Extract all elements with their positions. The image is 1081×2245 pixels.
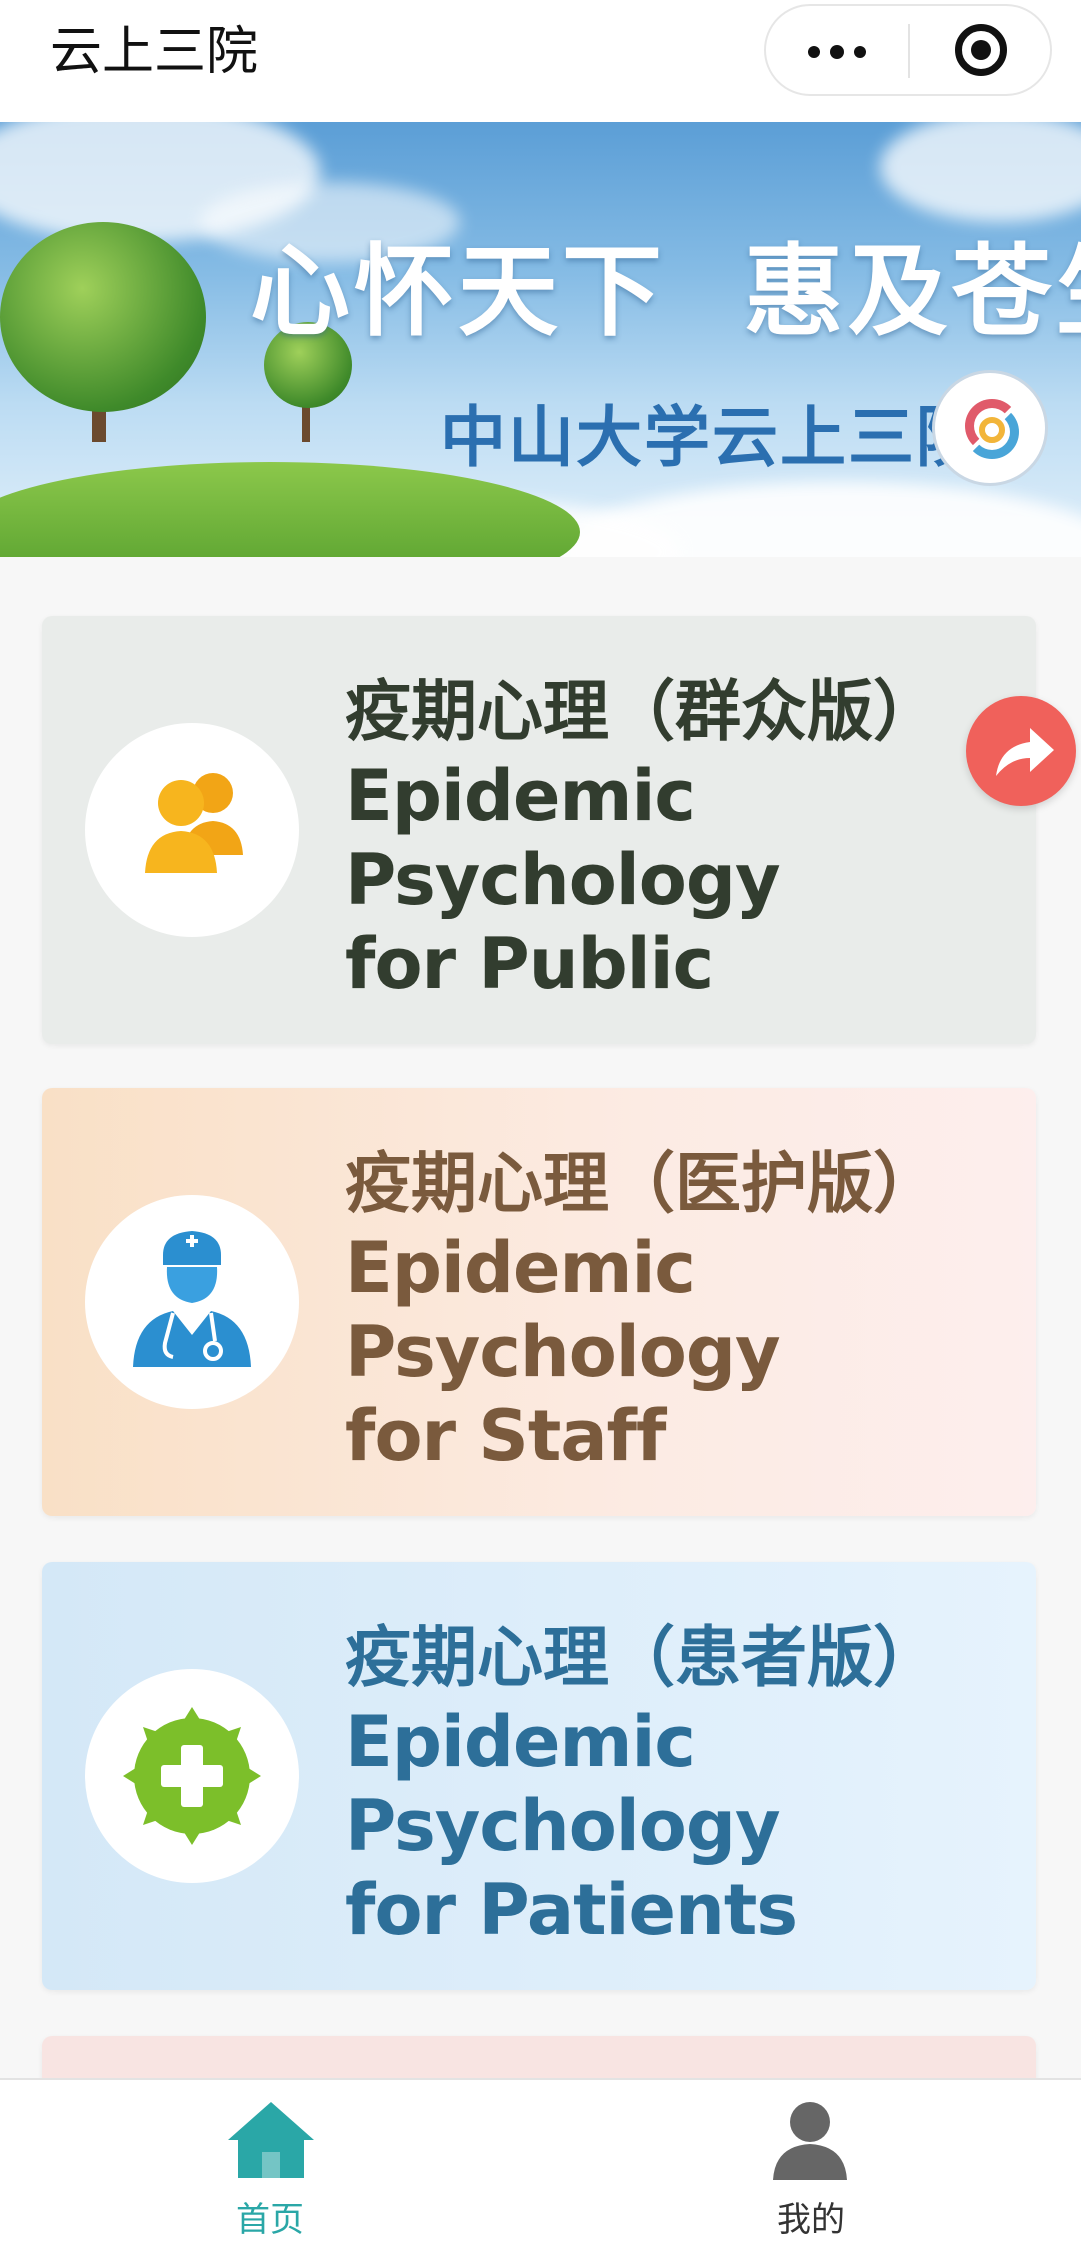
tab-label: 我的 [777,2200,845,2240]
hospital-seal-icon [932,370,1048,486]
card-icon-circle [85,1669,299,1883]
bottom-tab-bar: 首页 我的 [0,2078,1081,2245]
card-english-line: Psychology [345,839,781,921]
tab-home[interactable]: 首页 [0,2080,540,2245]
card-english-line: for Public [345,923,714,1005]
card-epidemic-psychology-public[interactable]: 疫期心理（群众版） Epidemic Psychology for Public [42,616,1036,1044]
hero-banner: 心怀天下 惠及苍生 中山大学云上三院 [0,122,1081,557]
more-button[interactable] [766,6,908,94]
card-icon-circle [85,1195,299,1409]
share-arrow-icon [996,728,1054,776]
card-english-line: Psychology [345,1785,781,1867]
card-title: 疫期心理（医护版） [345,1145,939,1222]
user-icon [773,2102,847,2180]
medical-cross-badge-icon [123,1707,261,1845]
card-english-title: Epidemic Psychology for Public [345,754,781,1006]
card-english-line: for Staff [345,1395,666,1477]
card-icon-circle [85,723,299,937]
home-icon [228,2102,314,2178]
card-title: 疫期心理（群众版） [345,673,939,750]
close-button[interactable] [910,6,1052,94]
card-title: 疫期心理（患者版） [345,1619,939,1696]
banner-slogan: 心怀天下 惠及苍生 [250,232,1081,350]
top-nav-bar: 云上三院 [0,0,1081,122]
mini-program-capsule [764,4,1052,96]
app-title: 云上三院 [50,22,259,82]
target-circle-dot [971,40,991,60]
share-button[interactable] [966,696,1076,806]
card-epidemic-psychology-patients[interactable]: 疫期心理（患者版） Epidemic Psychology for Patien… [42,1562,1036,1990]
card-english-line: Epidemic [345,1227,696,1309]
tab-label: 首页 [236,2200,304,2240]
doctor-icon [133,1231,251,1367]
card-english-line: Psychology [345,1311,781,1393]
card-english-line: Epidemic [345,1701,696,1783]
card-epidemic-psychology-staff[interactable]: 疫期心理（医护版） Epidemic Psychology for Staff [42,1088,1036,1516]
card-english-title: Epidemic Psychology for Staff [345,1226,781,1478]
banner-subtitle: 中山大学云上三院 [440,399,984,476]
tab-mine[interactable]: 我的 [541,2080,1081,2245]
people-icon [145,773,243,873]
card-english-title: Epidemic Psychology for Patients [345,1700,798,1952]
card-english-line: Epidemic [345,755,696,837]
card-english-line: for Patients [345,1869,798,1951]
